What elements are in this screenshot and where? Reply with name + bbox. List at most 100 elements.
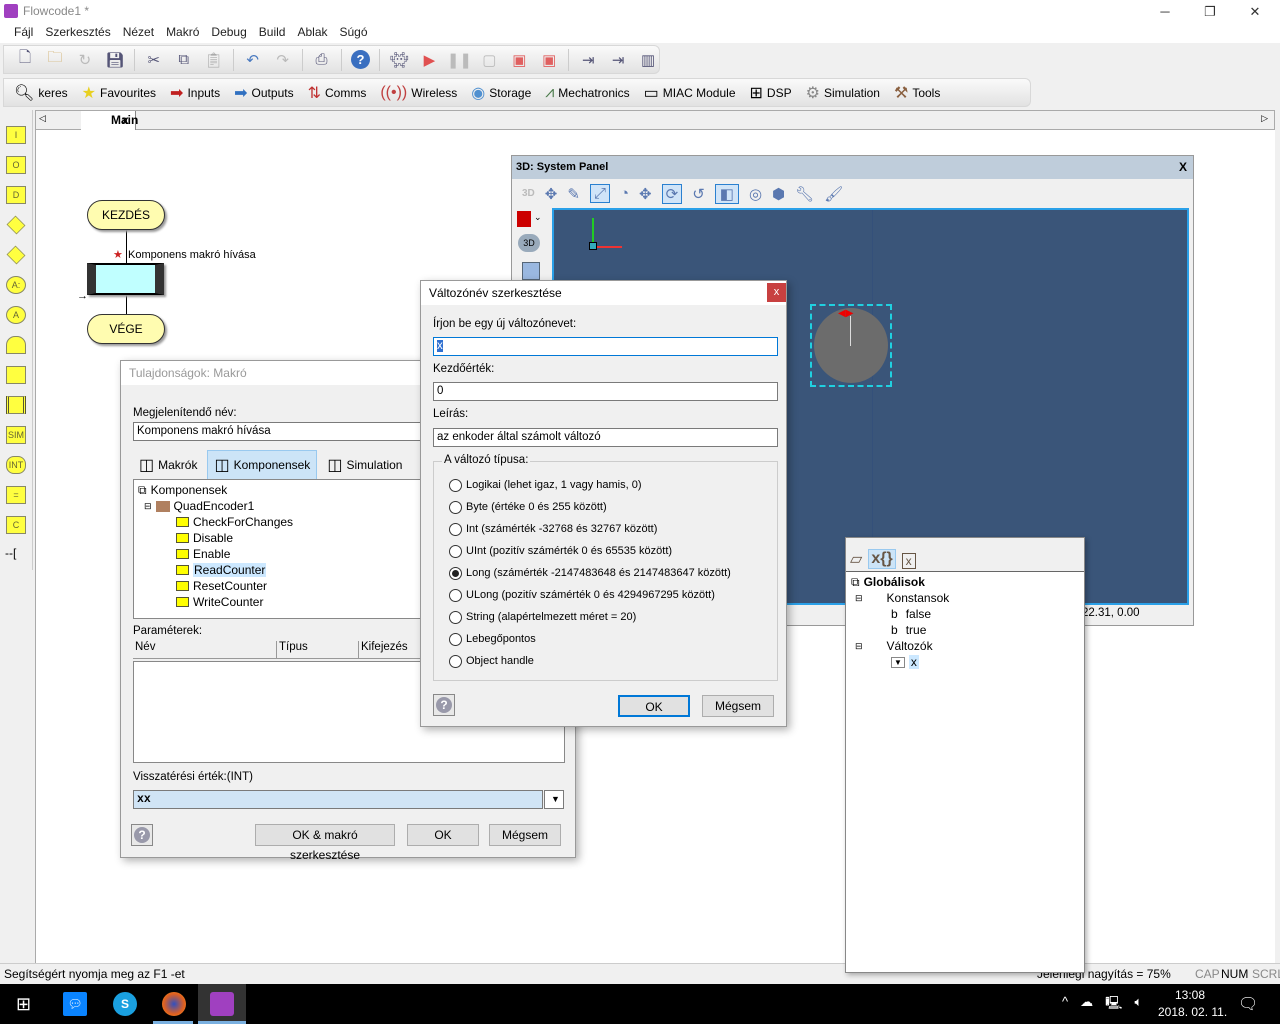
chip-icon[interactable]: ▥ — [637, 49, 659, 71]
help-button[interactable]: ? — [433, 694, 455, 716]
orbit-icon[interactable]: ⟳ — [661, 183, 683, 204]
save-icon[interactable]: 💾︎ — [104, 49, 126, 71]
category-miac[interactable]: ▭ MIAC Module — [644, 83, 736, 103]
column-type[interactable]: Típus — [277, 641, 359, 658]
volume-icon[interactable]: 🔈︎ — [1134, 994, 1142, 1016]
menu-view[interactable]: Nézet — [117, 23, 160, 43]
column-name[interactable]: Név — [133, 641, 277, 658]
constant-item[interactable]: b false — [851, 606, 949, 622]
axis-icon[interactable]: ◎ — [749, 185, 762, 203]
print-icon[interactable]: ⎙ — [311, 49, 333, 71]
play-icon[interactable]: ▶ — [418, 49, 440, 71]
redo-icon[interactable]: ↷ — [272, 49, 294, 71]
move-camera-icon[interactable]: ✥ — [639, 185, 652, 203]
rotate-icon[interactable]: ◔ — [620, 185, 629, 202]
selection-box[interactable]: ◀▶ — [810, 304, 892, 387]
scroll-right-icon[interactable]: ▷ — [1261, 113, 1268, 124]
clock-date[interactable]: 2018. 02. 11. — [1158, 1005, 1227, 1019]
component-macro-icon[interactable] — [6, 396, 26, 414]
type-radio-bool[interactable]: Logikai (lehet igaz, 1 vagy hamis, 0) — [449, 474, 731, 496]
category-storage[interactable]: ◉ Storage — [471, 83, 531, 103]
menu-window[interactable]: Ablak — [291, 23, 333, 43]
wrench-icon[interactable]: 🔧︎ — [795, 185, 814, 203]
globals-root[interactable]: ⧉ Globálisok — [851, 574, 949, 590]
spin-icon[interactable]: ↺ — [692, 185, 705, 203]
input-icon[interactable]: I — [6, 126, 26, 144]
dropdown-arrow-icon[interactable]: ▼ — [544, 790, 564, 809]
type-radio-string[interactable]: String (alapértelmezett méret = 20) — [449, 606, 731, 628]
ghost-icon[interactable]: 👾︎ — [388, 49, 410, 71]
menu-debug[interactable]: Debug — [205, 23, 252, 43]
decision-icon[interactable] — [6, 215, 26, 235]
sim-icon[interactable]: SIM — [6, 426, 26, 444]
new-file-icon[interactable]: 🗋 — [14, 49, 36, 71]
component-in-icon[interactable]: ⇥ — [577, 49, 599, 71]
help-button[interactable]: ? — [131, 824, 153, 846]
firefox-icon[interactable] — [162, 992, 186, 1016]
panel-close-button[interactable]: X — [1179, 160, 1187, 174]
clock-time[interactable]: 13:08 — [1175, 988, 1205, 1002]
switch-icon[interactable] — [6, 245, 26, 265]
start-terminal[interactable]: KEZDÉS — [87, 200, 165, 230]
windows-start-icon[interactable]: ⊞ — [16, 994, 31, 1015]
flowcode-taskbar-button[interactable] — [198, 984, 246, 1024]
cut-icon[interactable]: ✂ — [143, 49, 165, 71]
undo-icon[interactable]: ↶ — [242, 49, 264, 71]
open-folder-icon[interactable]: 🗀 — [44, 49, 66, 71]
help-icon[interactable]: ? — [350, 49, 372, 71]
flowchart-view-icon[interactable]: ▱ — [850, 549, 862, 569]
category-inputs[interactable]: ➡ Inputs — [170, 83, 220, 103]
menu-edit[interactable]: Szerkesztés — [39, 23, 116, 43]
ok-button[interactable]: OK — [618, 695, 690, 717]
close-button[interactable]: ✕ — [1232, 0, 1278, 23]
type-radio-byte[interactable]: Byte (értéke 0 és 255 között) — [449, 496, 731, 518]
variables-icon[interactable]: x{} — [868, 549, 896, 569]
network-icon[interactable]: 🖳︎ — [1105, 994, 1122, 1016]
type-radio-float[interactable]: Lebegőpontos — [449, 628, 731, 650]
return-value-select[interactable]: xx — [133, 790, 543, 809]
category-dsp[interactable]: ⊞ DSP — [750, 83, 792, 103]
paint-icon[interactable]: 🖌︎ — [824, 185, 843, 203]
maximize-button[interactable]: ❐ — [1187, 0, 1233, 23]
collapse-icon[interactable]: ⊟ — [855, 641, 863, 652]
tab-macros[interactable]: ◫ Makrók — [133, 455, 203, 475]
cancel-button[interactable]: Mégsem — [702, 695, 774, 717]
code-icon[interactable]: C — [6, 516, 26, 534]
pencil-icon[interactable]: ✎ — [567, 185, 580, 203]
category-favourites[interactable]: ★ Favourites — [82, 83, 156, 103]
comment-icon[interactable]: --[ — [5, 546, 16, 560]
type-radio-long[interactable]: Long (számérték -2147483648 és 214748364… — [449, 562, 731, 584]
tab-components[interactable]: ◫ Komponensek — [207, 450, 318, 480]
stop-icon[interactable]: ▢ — [478, 49, 500, 71]
3d-view-button[interactable]: 3D — [518, 234, 540, 252]
chevron-down-icon[interactable]: ⌄ — [534, 212, 542, 223]
component-data-icon[interactable]: ⇥ — [607, 49, 629, 71]
type-radio-object[interactable]: Object handle — [449, 650, 731, 672]
initial-value-input[interactable]: 0 — [433, 382, 778, 401]
goto-icon[interactable]: A — [6, 306, 26, 324]
category-search[interactable]: 🔍︎ keres — [14, 83, 68, 103]
category-simulation[interactable]: ⚙ Simulation — [806, 83, 880, 103]
ok-button[interactable]: OK — [407, 824, 479, 846]
dropdown-arrow-icon[interactable]: ▼ — [891, 656, 905, 668]
loop-icon[interactable] — [6, 336, 26, 354]
interrupt-icon[interactable]: INT — [6, 456, 26, 474]
menu-file[interactable]: Fájl — [8, 23, 39, 43]
macro-icon[interactable] — [6, 366, 26, 384]
column-expression[interactable]: Kifejezés — [359, 641, 408, 658]
category-tools[interactable]: ⚒ Tools — [894, 83, 940, 103]
skype-icon[interactable]: S — [113, 992, 137, 1016]
notifications-icon[interactable]: 🗨︎ — [1238, 994, 1258, 1014]
menu-build[interactable]: Build — [253, 23, 292, 43]
tab-simulation[interactable]: ◫ Simulation — [321, 455, 408, 475]
category-wireless[interactable]: ((•)) Wireless — [380, 84, 457, 102]
constants-node[interactable]: ⊟ Konstansok — [851, 590, 949, 606]
cancel-button[interactable]: Mégsem — [489, 824, 561, 846]
step-into-icon[interactable]: ▣ — [508, 49, 530, 71]
constant-item[interactable]: b true — [851, 622, 949, 638]
end-terminal[interactable]: VÉGE — [87, 314, 165, 344]
type-radio-ulong[interactable]: ULong (pozitív számérték 0 és 4294967295… — [449, 584, 731, 606]
ok-edit-macro-button[interactable]: OK & makró szerkesztése — [255, 824, 395, 862]
pause-icon[interactable]: ❚❚ — [447, 49, 472, 71]
variables-node[interactable]: ⊟ Változók — [851, 638, 949, 654]
